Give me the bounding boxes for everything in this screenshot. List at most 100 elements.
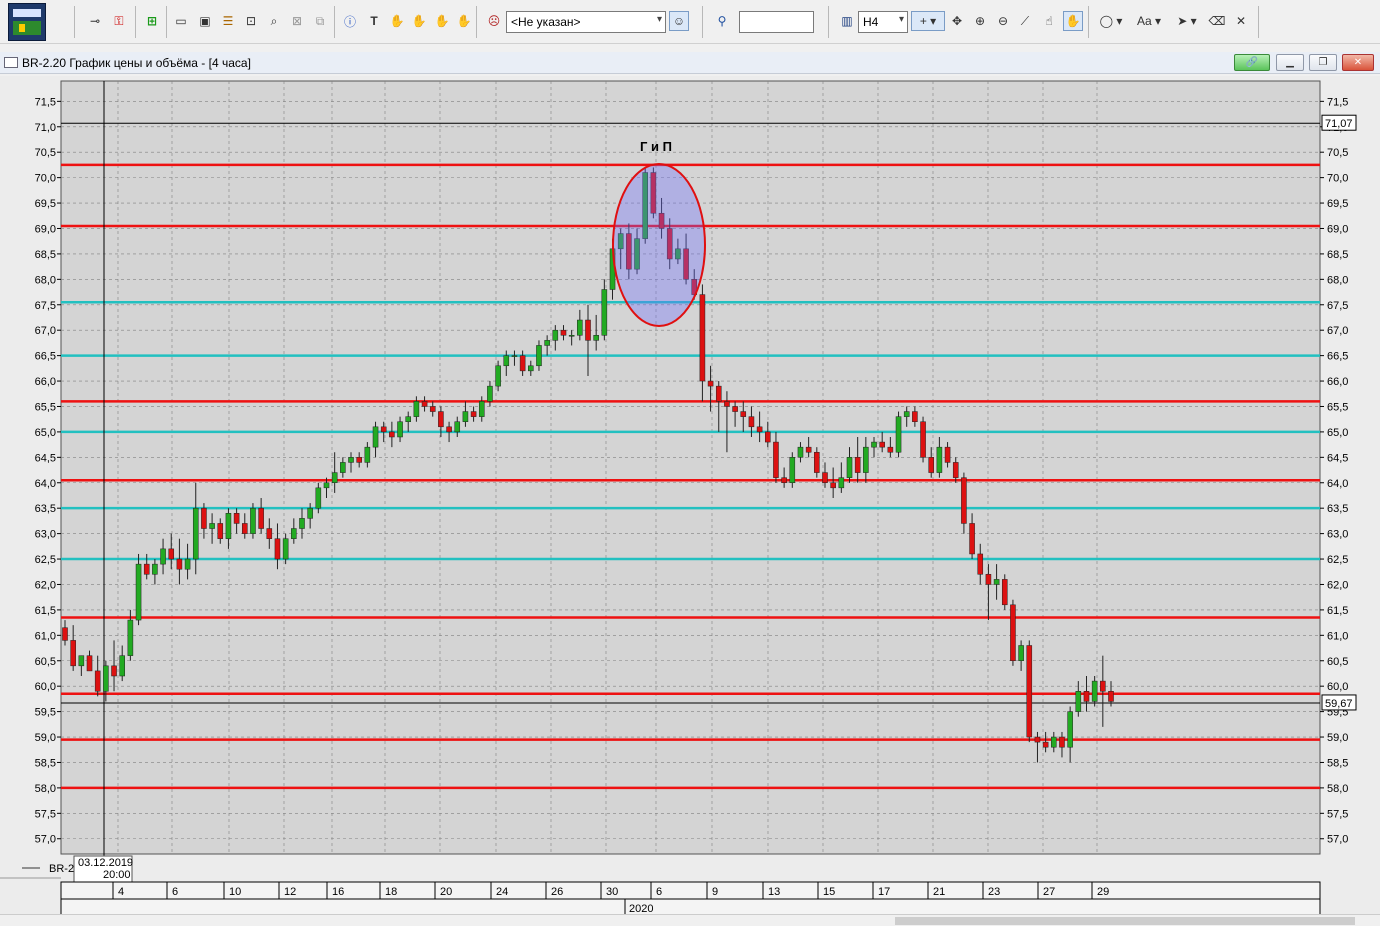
y-tick-label-left: 70,0	[35, 173, 56, 185]
cursor-icon[interactable]: ➤ ▾	[1172, 12, 1202, 30]
user-profile-icon[interactable]: ☺	[669, 11, 689, 31]
y-tick-label-right: 68,0	[1327, 274, 1348, 286]
toolbar-separator	[476, 6, 477, 38]
x-tick-label: 17	[878, 886, 890, 898]
maximize-button[interactable]: ❐	[1309, 54, 1337, 71]
candle-body	[764, 431, 771, 443]
minimize-button[interactable]: ▁	[1276, 54, 1304, 71]
x-tick-label: 23	[988, 886, 1000, 898]
y-tick-label-left: 65,0	[35, 427, 56, 439]
copy-window-icon[interactable]: ⧉	[311, 12, 329, 30]
crosshair-icon[interactable]: + ▾	[911, 11, 945, 31]
grab-hand-icon[interactable]: ✋	[1063, 11, 1083, 31]
close-window-icon[interactable]: ⊠	[288, 12, 306, 30]
y-tick-label-right: 58,0	[1327, 783, 1348, 795]
account-combo[interactable]: <Не указан> ▾	[506, 11, 666, 33]
chart-area[interactable]: Г и П 57,0 57,0 57,5 57,5 58,0 58,0 58,5 58,5 59…	[0, 76, 1380, 926]
y-tick-label-left: 59,0	[35, 732, 56, 744]
candle-body	[429, 406, 436, 412]
text-icon[interactable]: T	[365, 12, 383, 30]
highlight-ellipse[interactable]	[612, 163, 706, 327]
y-tick-label-right: 60,5	[1327, 656, 1348, 668]
price-chart[interactable]: Г и П 57,0 57,0 57,5 57,5 58,0 58,0 58,5 58,5 59…	[0, 76, 1380, 917]
candle-body	[871, 441, 877, 448]
y-tick-label-right: 61,0	[1327, 630, 1348, 642]
user-icon[interactable]: ☹	[485, 12, 503, 30]
candle-body	[830, 482, 836, 489]
chart-window-icon	[4, 57, 18, 68]
y-tick-label-left: 71,0	[35, 122, 56, 134]
clear-icon[interactable]: ✕	[1232, 12, 1250, 30]
key-icon[interactable]: ⚿	[110, 12, 128, 30]
ellipse-icon[interactable]: ◯ ▾	[1096, 12, 1126, 30]
bar-chart-icon[interactable]: ▥	[838, 12, 856, 30]
add-icon[interactable]: ⊞	[143, 12, 161, 30]
annotation-label[interactable]: Г и П	[640, 139, 672, 154]
candle-body	[920, 421, 926, 458]
series-label: BR-2	[49, 863, 74, 875]
candle-body	[732, 406, 738, 412]
candle-body	[822, 472, 828, 484]
chart-window-icon[interactable]: ▭	[172, 12, 190, 30]
candle-body	[192, 507, 199, 560]
candle	[789, 452, 796, 488]
move-icon[interactable]: ✥	[948, 12, 966, 30]
info-icon[interactable]: ⓘ	[341, 12, 359, 30]
candle-body	[438, 411, 444, 428]
candle-body	[952, 462, 959, 478]
candle-body	[805, 446, 812, 453]
year-label: 2020	[629, 903, 653, 914]
candle-body	[233, 513, 240, 524]
zoom-window-icon[interactable]: ⊡	[242, 12, 260, 30]
y-tick-label-right: 69,0	[1327, 223, 1348, 235]
ruler-icon[interactable]: ⟋	[1016, 12, 1034, 30]
pin-icon[interactable]: ⊸	[86, 12, 104, 30]
chart-window-2-icon[interactable]: ▣	[196, 12, 214, 30]
candle-body	[1018, 645, 1024, 661]
logo-icon[interactable]	[8, 3, 46, 41]
candle-body	[487, 385, 493, 402]
candle-body	[364, 446, 371, 463]
search-window-icon[interactable]: ⌕	[265, 12, 283, 30]
candle-body	[201, 507, 207, 529]
close-button[interactable]: ✕	[1342, 54, 1374, 71]
list-icon[interactable]: ☰	[219, 12, 237, 30]
font-icon[interactable]: Aa ▾	[1133, 12, 1165, 30]
candle-body	[1026, 645, 1033, 738]
y-tick-label-left: 69,5	[35, 198, 56, 210]
search-input[interactable]	[739, 11, 814, 33]
candle-body	[781, 477, 787, 484]
candle-body	[413, 401, 420, 417]
y-tick-label-left: 65,5	[35, 401, 56, 413]
hand-3-icon[interactable]: ✋	[433, 12, 451, 30]
eraser-icon[interactable]: ⌫	[1208, 12, 1226, 30]
candle-body	[266, 528, 273, 539]
candle-body	[756, 426, 763, 433]
crosshair-price-label: 71,07	[1325, 118, 1353, 130]
x-tick-label: 26	[551, 886, 563, 898]
candle-body	[846, 457, 853, 478]
magnifier-icon[interactable]: ⚲	[713, 12, 731, 30]
candle-body	[119, 655, 125, 677]
candle-body	[94, 670, 101, 692]
pointer-hand-icon[interactable]: ☝	[1040, 12, 1058, 30]
candle-body	[299, 518, 305, 529]
link-icon[interactable]: 🔗	[1234, 54, 1270, 71]
candle-body	[1091, 680, 1098, 702]
timeframe-combo[interactable]: H4 ▾	[858, 11, 908, 33]
scrollbar-thumb[interactable]	[895, 917, 1355, 925]
zoom-out-icon[interactable]: ⊖	[994, 12, 1012, 30]
y-tick-label-left: 61,0	[35, 630, 56, 642]
hand-4-icon[interactable]: ✋	[455, 12, 473, 30]
candle-body	[519, 355, 526, 372]
hand-icon[interactable]: ✋	[388, 12, 406, 30]
candle-body	[323, 482, 330, 489]
horizontal-scrollbar[interactable]	[0, 914, 1380, 926]
x-tick-label: 4	[118, 886, 124, 898]
chart-window-titlebar[interactable]: BR-2.20 График цены и объёма - [4 часа] …	[0, 52, 1380, 74]
candle-body	[879, 441, 885, 448]
zoom-in-icon[interactable]: ⊕	[971, 12, 989, 30]
candle	[135, 553, 142, 626]
hand-2-icon[interactable]: ✋	[410, 12, 428, 30]
candle-body	[340, 462, 346, 473]
